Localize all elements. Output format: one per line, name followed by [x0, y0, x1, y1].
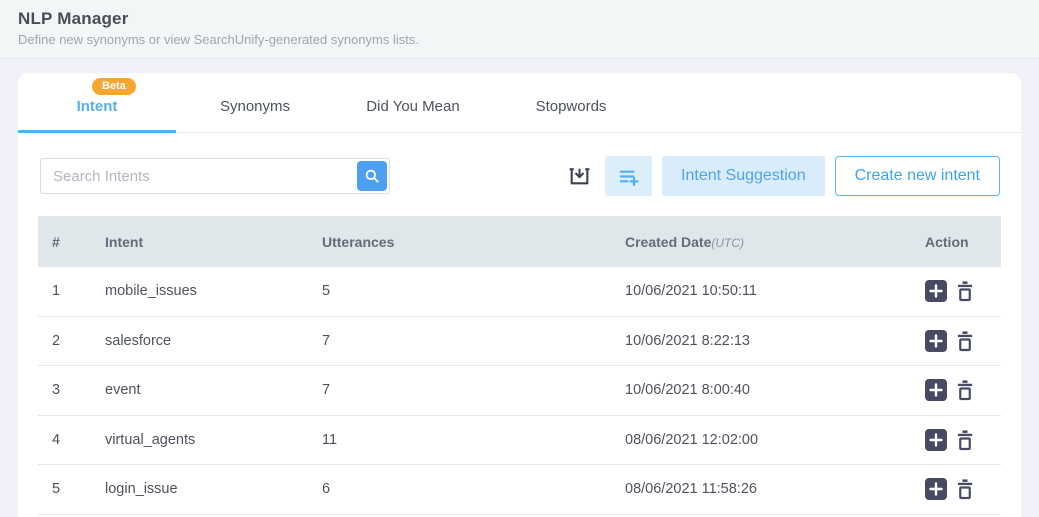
- cell-action: [911, 429, 1001, 451]
- cell-index: 1: [38, 283, 91, 299]
- header-action: Action: [911, 234, 1001, 250]
- table-row: 3 event 7 10/06/2021 8:00:40: [38, 366, 1001, 416]
- search-input[interactable]: [41, 168, 357, 185]
- download-button[interactable]: [567, 163, 592, 189]
- header-utterances: Utterances: [308, 234, 611, 250]
- add-utterance-button[interactable]: [925, 429, 947, 451]
- search-icon: [363, 167, 381, 185]
- download-icon: [567, 163, 592, 189]
- cell-index: 4: [38, 432, 91, 448]
- tab-synonyms[interactable]: Synonyms: [176, 73, 334, 132]
- cell-action: [911, 478, 1001, 500]
- tab-synonyms-label: Synonyms: [220, 98, 290, 115]
- add-utterance-button[interactable]: [925, 280, 947, 302]
- header-index: #: [38, 234, 91, 250]
- intent-suggestion-button[interactable]: Intent Suggestion: [662, 156, 825, 196]
- search-button[interactable]: [357, 161, 387, 191]
- table-row: 1 mobile_issues 5 10/06/2021 10:50:11: [38, 267, 1001, 317]
- plus-icon: [925, 330, 947, 352]
- plus-icon: [925, 379, 947, 401]
- cell-created-date: 08/06/2021 11:58:26: [611, 481, 911, 497]
- plus-icon: [925, 429, 947, 451]
- cell-action: [911, 379, 1001, 401]
- delete-intent-button[interactable]: [955, 429, 975, 451]
- cell-intent: event: [91, 382, 308, 398]
- delete-intent-button[interactable]: [955, 330, 975, 352]
- cell-utterances: 11: [308, 432, 611, 448]
- cell-utterances: 5: [308, 283, 611, 299]
- cell-intent: mobile_issues: [91, 283, 308, 299]
- toolbar: Intent Suggestion Create new intent: [18, 133, 1021, 196]
- page-title: NLP Manager: [18, 9, 1021, 29]
- beta-badge: Beta: [92, 78, 136, 95]
- intents-table: # Intent Utterances Created Date(UTC) Ac…: [38, 216, 1001, 515]
- table-header-row: # Intent Utterances Created Date(UTC) Ac…: [38, 216, 1001, 267]
- tab-stopwords-label: Stopwords: [536, 98, 607, 115]
- page-subtitle: Define new synonyms or view SearchUnify-…: [18, 32, 1021, 47]
- cell-created-date: 10/06/2021 10:50:11: [611, 283, 911, 299]
- cell-created-date: 10/06/2021 8:00:40: [611, 382, 911, 398]
- cell-intent: login_issue: [91, 481, 308, 497]
- add-utterance-button[interactable]: [925, 379, 947, 401]
- cell-utterances: 7: [308, 382, 611, 398]
- create-new-intent-button[interactable]: Create new intent: [835, 156, 1000, 196]
- plus-icon: [925, 280, 947, 302]
- table-row: 5 login_issue 6 08/06/2021 11:58:26: [38, 465, 1001, 515]
- add-to-list-button[interactable]: [605, 156, 652, 196]
- cell-created-date: 10/06/2021 8:22:13: [611, 333, 911, 349]
- trash-icon: [955, 478, 975, 500]
- cell-action: [911, 330, 1001, 352]
- trash-icon: [955, 429, 975, 451]
- tab-intent[interactable]: Beta Intent: [18, 73, 176, 132]
- header-created-utc: (UTC): [711, 236, 744, 250]
- header-created-date: Created Date(UTC): [611, 234, 911, 250]
- add-utterance-button[interactable]: [925, 330, 947, 352]
- cell-intent: salesforce: [91, 333, 308, 349]
- delete-intent-button[interactable]: [955, 379, 975, 401]
- cell-intent: virtual_agents: [91, 432, 308, 448]
- table-row: 2 salesforce 7 10/06/2021 8:22:13: [38, 317, 1001, 367]
- cell-index: 3: [38, 382, 91, 398]
- trash-icon: [955, 280, 975, 302]
- add-utterance-button[interactable]: [925, 478, 947, 500]
- table-body: 1 mobile_issues 5 10/06/2021 10:50:11: [38, 267, 1001, 515]
- cell-action: [911, 280, 1001, 302]
- cell-index: 5: [38, 481, 91, 497]
- toolbar-actions: Intent Suggestion Create new intent: [567, 156, 1000, 196]
- plus-icon: [925, 478, 947, 500]
- cell-index: 2: [38, 333, 91, 349]
- table-row: 4 virtual_agents 11 08/06/2021 12:02:00: [38, 416, 1001, 466]
- delete-intent-button[interactable]: [955, 478, 975, 500]
- cell-created-date: 08/06/2021 12:02:00: [611, 432, 911, 448]
- tab-intent-label: Intent: [77, 98, 118, 115]
- tab-stopwords[interactable]: Stopwords: [492, 73, 650, 132]
- search-box: [40, 158, 390, 194]
- header-intent: Intent: [91, 234, 308, 250]
- page-header: NLP Manager Define new synonyms or view …: [0, 0, 1039, 59]
- trash-icon: [955, 330, 975, 352]
- tab-did-you-mean-label: Did You Mean: [366, 98, 459, 115]
- tab-did-you-mean[interactable]: Did You Mean: [334, 73, 492, 132]
- playlist-add-icon: [617, 165, 640, 188]
- content-card: Beta Intent Synonyms Did You Mean Stopwo…: [18, 73, 1021, 517]
- cell-utterances: 6: [308, 481, 611, 497]
- delete-intent-button[interactable]: [955, 280, 975, 302]
- tab-bar: Beta Intent Synonyms Did You Mean Stopwo…: [18, 73, 1021, 133]
- trash-icon: [955, 379, 975, 401]
- cell-utterances: 7: [308, 333, 611, 349]
